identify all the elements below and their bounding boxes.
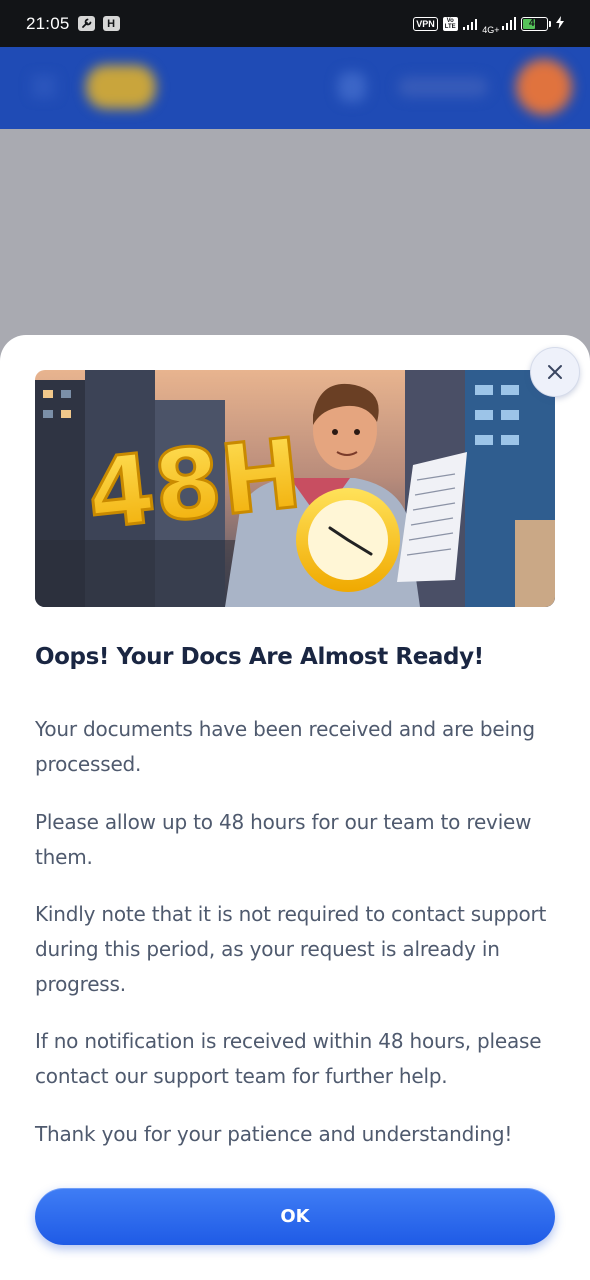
message-contact-support: If no notification is received within 48… <box>35 1029 542 1088</box>
signal-1-icon <box>462 17 478 30</box>
network-type: 4G+ <box>482 24 500 35</box>
hero-48h-text: 48H <box>82 417 306 551</box>
notification-badge: H <box>102 16 120 31</box>
ok-button[interactable]: OK <box>35 1188 555 1245</box>
message-received: Your documents have been received and ar… <box>35 717 535 776</box>
message-review-time: Please allow up to 48 hours for our team… <box>35 810 532 869</box>
battery-cap <box>549 20 551 27</box>
app-header <box>0 47 590 129</box>
signal-2-icon <box>501 17 516 30</box>
app-logo <box>86 65 156 109</box>
notification-bell-icon[interactable] <box>338 72 366 102</box>
avatar[interactable] <box>516 59 572 115</box>
menu-icon[interactable] <box>32 77 56 99</box>
modal-title: Oops! Your Docs Are Almost Ready! <box>35 644 484 670</box>
battery-icon: 46 <box>521 16 548 31</box>
battery-level: 46 <box>528 18 541 29</box>
bolt-icon <box>556 15 564 32</box>
status-left: 21:05 H <box>26 14 120 34</box>
message-thanks: Thank you for your patience and understa… <box>35 1122 513 1146</box>
message-no-contact: Kindly note that it is not required to c… <box>35 902 547 996</box>
volte-badge: Vo LTE <box>442 16 458 31</box>
hero-illustration: 48H <box>35 370 555 607</box>
app-backdrop <box>0 129 590 369</box>
wrench-icon <box>77 16 95 31</box>
status-right: VPN Vo LTE 4G+ 46 <box>413 13 564 35</box>
status-time: 21:05 <box>26 13 70 33</box>
header-balance-pill[interactable] <box>398 77 488 97</box>
close-icon <box>548 365 562 379</box>
status-bar: 21:05 H VPN Vo LTE 4G+ 46 <box>0 0 590 47</box>
vpn-badge: VPN <box>413 16 438 31</box>
close-button[interactable] <box>530 347 580 397</box>
